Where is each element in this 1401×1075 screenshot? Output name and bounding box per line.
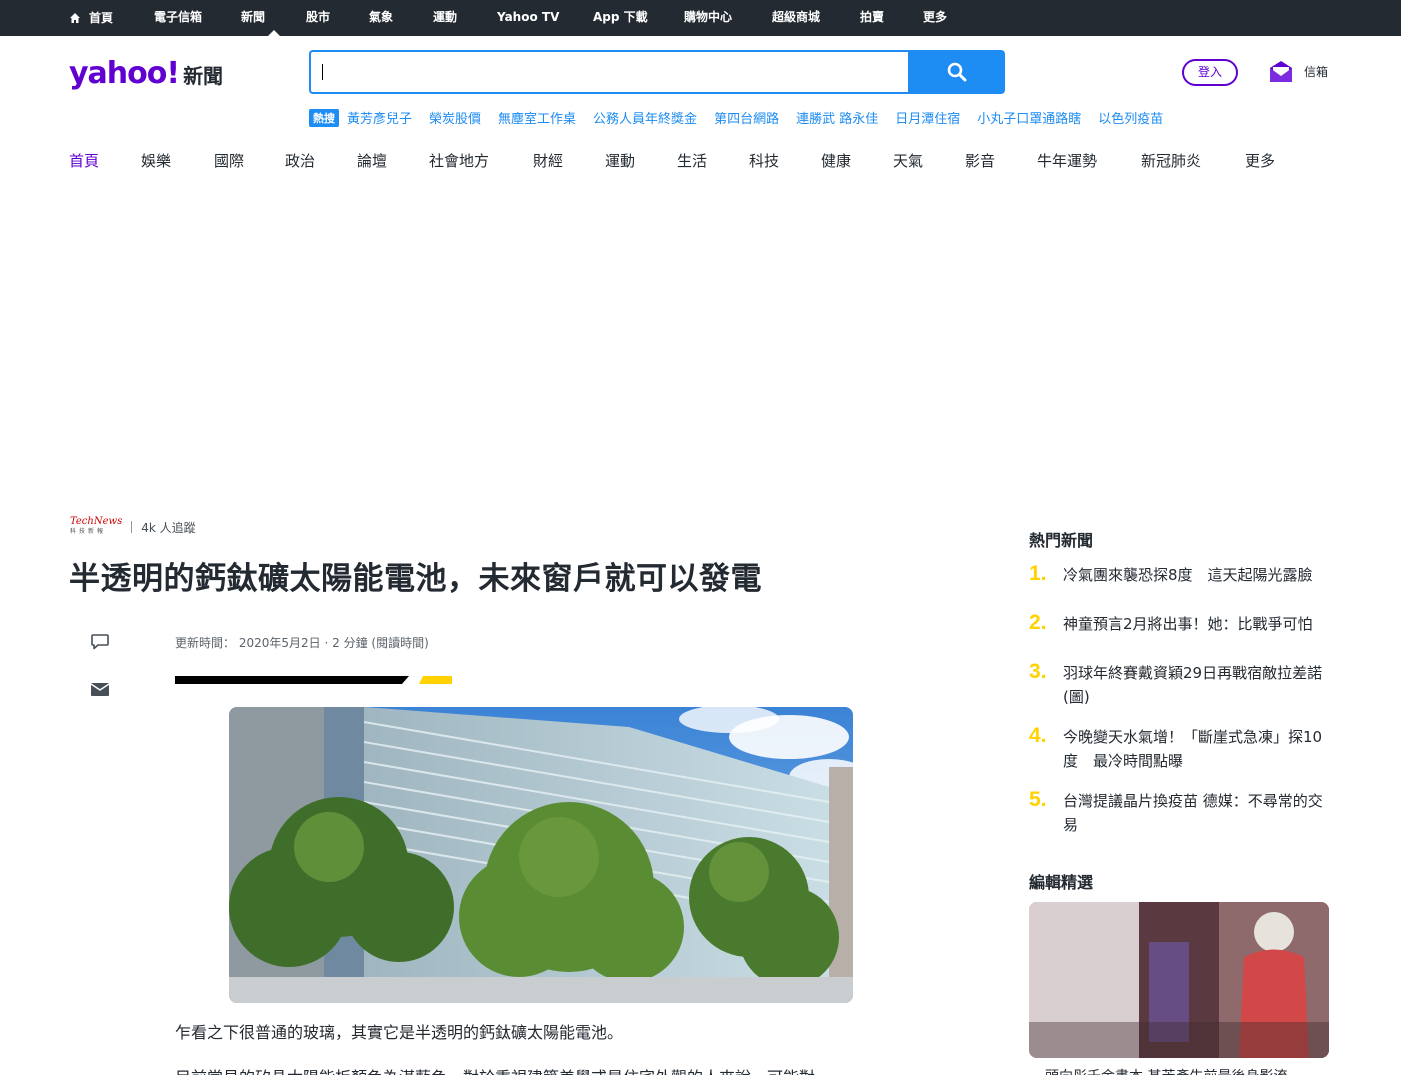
nav-politics[interactable]: 政治 [285,150,357,171]
hot-news-item[interactable]: 1. 冷氣團來襲恐探8度 這天起陽光露臉 [1029,562,1329,587]
divider [131,521,133,533]
meta-label: 更新時間： [175,636,236,650]
nav-entertainment[interactable]: 娛樂 [141,150,214,171]
topbar-news[interactable]: 新聞 [241,0,306,36]
top-bar: 首頁 電子信箱 新聞 股市 氣象 運動 Yahoo TV App 下載 購物中心… [0,0,1401,36]
publisher-logo[interactable]: TechNews 科技新報 [70,517,122,537]
article-meta: 更新時間： 2020年5月2日 · 2 分鐘 (閱讀時間) [175,634,429,651]
trending-item[interactable]: 以色列疫苗 [1098,108,1163,127]
topbar-sports[interactable]: 運動 [433,0,497,36]
hot-news-title: 熱門新聞 [1029,531,1094,550]
read-time: 2 分鐘 (閱讀時間) [332,636,429,650]
envelope-icon [1270,61,1292,82]
text-caret [322,64,323,80]
nav-life[interactable]: 生活 [677,150,749,171]
search-button[interactable] [908,50,1005,94]
trending-item[interactable]: 無塵室工作桌 [498,108,576,127]
mail-label: 信箱 [1304,64,1329,79]
hot-news-text: 冷氣團來襲恐探8度 這天起陽光露臉 [1063,566,1313,584]
nav-covid[interactable]: 新冠肺炎 [1141,150,1245,171]
nav-tech[interactable]: 科技 [749,150,821,171]
meta-dot: · [324,636,333,650]
yahoo-news-logo[interactable]: yahoo! 新聞 [69,56,223,91]
topbar-mail[interactable]: 電子信箱 [154,0,241,36]
rank-number: 1. [1029,562,1047,585]
rank-number: 4. [1029,724,1047,747]
category-nav: 首頁 娛樂 國際 政治 論壇 社會地方 財經 運動 生活 科技 健康 天氣 影音… [69,150,1285,171]
hot-news-text: 羽球年終賽戴資穎29日再戰宿敵拉差諾 (圖) [1063,664,1323,706]
nav-sports[interactable]: 運動 [605,150,677,171]
yahoo-logo: yahoo! [69,56,180,91]
trending-item[interactable]: 連勝武 路永佳 [796,108,878,127]
hot-news-text: 今晚變天水氣增！「斷崖式急凍」探10度 最冷時間點曝 [1063,728,1323,770]
trending-searches: 熱搜 黃芳彥兒子 榮炭股價 無塵室工作桌 公務人員年終獎金 第四台網路 連勝武 … [309,108,1180,127]
nav-more[interactable]: 更多 [1245,150,1285,171]
trending-badge: 熱搜 [309,108,339,127]
article-hero-image [229,707,853,1003]
hot-news-item[interactable]: 2. 神童預言2月將出事！她：比戰爭可怕 [1029,611,1329,636]
follower-count: 4k 人追蹤 [141,520,196,535]
banner-yellow-bar [419,676,452,684]
share-tools [90,632,110,726]
topbar-home[interactable]: 首頁 [69,0,154,36]
nav-weather[interactable]: 天氣 [893,150,965,171]
hot-news-text: 神童預言2月將出事！她：比戰爭可怕 [1063,615,1313,633]
banner-black-bar [175,676,409,684]
hot-news-item[interactable]: 5. 台灣提議晶片換疫苗 德媒：不尋常的交易 [1029,788,1329,837]
nav-finance[interactable]: 財經 [533,150,605,171]
topbar-stock[interactable]: 股市 [306,0,369,36]
topbar-shopping[interactable]: 購物中心 [684,0,772,36]
rank-number: 2. [1029,611,1047,634]
login-button[interactable]: 登入 [1182,59,1238,86]
topbar-more[interactable]: 更多 [923,0,973,36]
topbar-auction[interactable]: 拍賣 [860,0,923,36]
nav-forum[interactable]: 論壇 [357,150,429,171]
rank-number: 5. [1029,788,1047,811]
publish-date: 2020年5月2日 [238,636,321,650]
trending-item[interactable]: 榮炭股價 [429,108,481,127]
trending-item[interactable]: 第四台網路 [714,108,779,127]
topbar-weather[interactable]: 氣象 [369,0,433,36]
mail-link[interactable]: 信箱 [1268,58,1328,84]
topbar-yahoo-tv[interactable]: Yahoo TV [497,0,593,36]
nav-health[interactable]: 健康 [821,150,893,171]
trending-item[interactable]: 日月潭住宿 [895,108,960,127]
article-paragraph: 目前常見的矽晶太陽能板顏色為湛藍色，對於重視建築美學或是住宅外觀的人來說，可能對 [175,1064,815,1075]
hot-news-item[interactable]: 4. 今晚變天水氣增！「斷崖式急凍」探10度 最冷時間點曝 [1029,724,1329,773]
nav-horoscope[interactable]: 牛年運勢 [1037,150,1141,171]
hot-news-list: 1. 冷氣團來襲恐探8度 這天起陽光露臉 2. 神童預言2月將出事！她：比戰爭可… [1029,562,1329,837]
nav-international[interactable]: 國際 [214,150,285,171]
editor-pick-image[interactable] [1029,902,1329,1058]
building-with-trees-image [229,707,853,1003]
topbar-mall[interactable]: 超級商城 [772,0,860,36]
section-name: 新聞 [183,64,224,88]
hot-news-text: 台灣提議晶片換疫苗 德媒：不尋常的交易 [1063,792,1323,834]
trending-item[interactable]: 小丸子口罩通路瞎 [977,108,1081,127]
article-headline: 半透明的鈣鈦礦太陽能電池，未來窗戶就可以發電 [69,561,762,597]
comment-icon[interactable] [90,632,110,652]
editor-pick-caption[interactable]: 頭向彤千金書本 甚芳彥生前最後身影流 [1045,1066,1287,1075]
trending-item[interactable]: 公務人員年終獎金 [593,108,697,127]
search-input[interactable] [309,50,908,94]
nav-home[interactable]: 首頁 [69,150,141,171]
rank-number: 3. [1029,660,1047,683]
editor-picks-title: 編輯精選 [1029,873,1094,892]
editor-pick-photo [1029,902,1329,1058]
trending-item[interactable]: 黃芳彥兒子 [347,108,412,127]
topbar-app-download[interactable]: App 下載 [593,0,684,36]
home-icon [70,13,80,23]
nav-video[interactable]: 影音 [965,150,1037,171]
hot-news-item[interactable]: 3. 羽球年終賽戴資穎29日再戰宿敵拉差諾 (圖) [1029,660,1329,709]
publisher-row: TechNews 科技新報 4k 人追蹤 [70,517,196,537]
search-icon [947,62,966,82]
search-bar [309,50,1005,94]
article-paragraph: 乍看之下很普通的玻璃，其實它是半透明的鈣鈦礦太陽能電池。 [175,1023,624,1042]
email-share-icon[interactable] [90,680,110,698]
nav-society[interactable]: 社會地方 [429,150,533,171]
